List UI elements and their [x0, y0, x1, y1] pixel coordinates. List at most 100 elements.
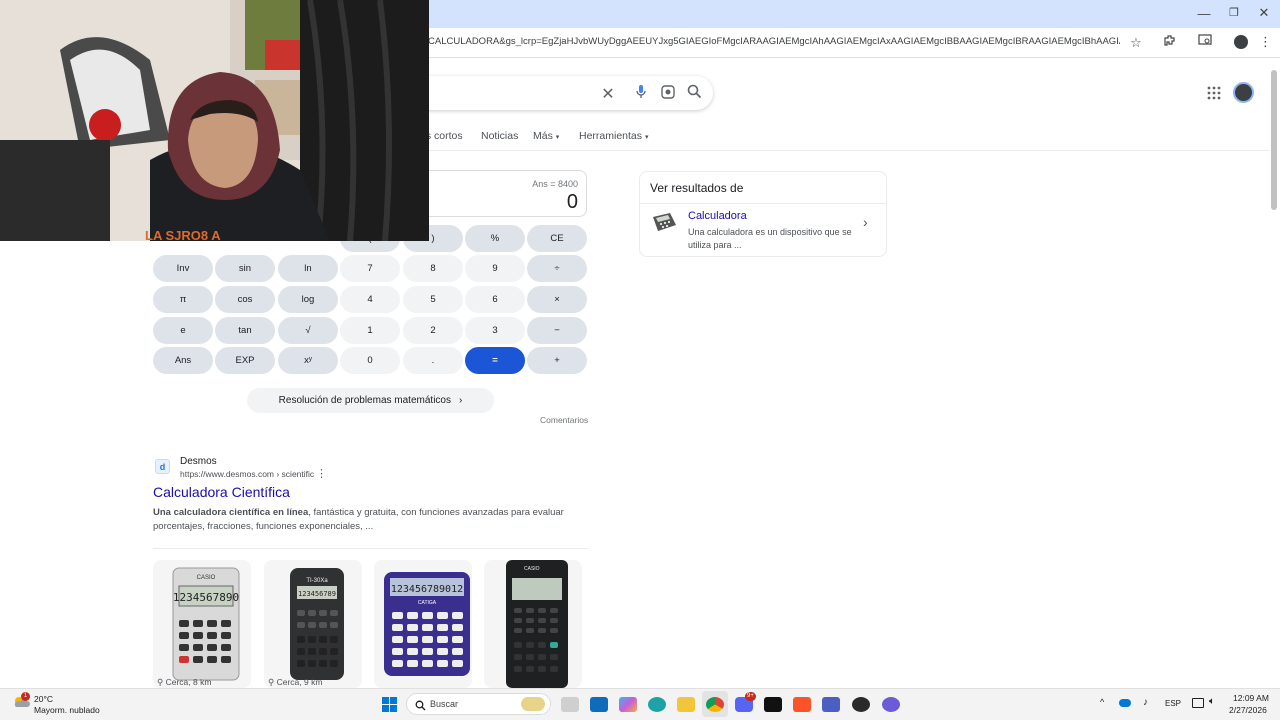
calc-key-subtract[interactable]: −: [527, 317, 587, 344]
calc-key-2[interactable]: 2: [403, 317, 463, 344]
calc-key-pi[interactable]: π: [153, 286, 213, 313]
steam-icon[interactable]: [852, 697, 870, 712]
calc-key-exp[interactable]: EXP: [215, 347, 275, 374]
extensions-icon[interactable]: [1161, 34, 1177, 50]
calc-key-log[interactable]: log: [278, 286, 338, 313]
copilot-icon[interactable]: [619, 697, 637, 712]
calc-key-percent[interactable]: %: [465, 225, 525, 252]
result-divider: [153, 548, 588, 549]
weather-temp[interactable]: 20°C: [34, 694, 53, 704]
product-card[interactable]: CASIO: [484, 560, 582, 688]
calc-key-equals[interactable]: =: [465, 347, 525, 374]
card-location-text: Cerca, 9 km: [276, 677, 323, 687]
outlook-icon[interactable]: [590, 697, 608, 712]
calc-key-8[interactable]: 8: [403, 255, 463, 282]
tab-news[interactable]: Noticias: [481, 130, 518, 142]
menu-dots-icon[interactable]: ⋮: [1259, 34, 1272, 50]
microphone-icon[interactable]: ♪: [1143, 697, 1148, 708]
calc-key-inverse[interactable]: Inv: [153, 255, 213, 282]
calc-key-9[interactable]: 9: [465, 255, 525, 282]
network-icon[interactable]: [1192, 698, 1204, 708]
tiktok-icon[interactable]: [764, 697, 782, 712]
calc-key-add[interactable]: +: [527, 347, 587, 374]
panel-calculator-link[interactable]: Calculadora: [688, 210, 747, 222]
url-text[interactable]: CALCULADORA&gs_lcrp=EgZjaHJvbWUyDggAEEUY…: [428, 36, 1120, 47]
edge-icon[interactable]: [648, 697, 666, 712]
calc-key-power[interactable]: xʸ: [278, 347, 338, 374]
apps-grid-icon[interactable]: [1207, 86, 1221, 100]
volume-icon[interactable]: 🔈︎: [1209, 696, 1215, 707]
weather-description[interactable]: Mayorm. nublado: [34, 705, 100, 715]
result-more-options-icon[interactable]: ⋮: [316, 467, 327, 480]
cortana-icon[interactable]: [882, 697, 900, 712]
language-indicator[interactable]: ESP: [1165, 699, 1181, 708]
bookmark-star-icon[interactable]: ☆: [1128, 35, 1144, 51]
panel-description: Una calculadora es un dispositivo que se…: [688, 227, 852, 250]
start-windows-icon[interactable]: [382, 697, 397, 712]
calc-key-tan[interactable]: tan: [215, 317, 275, 344]
see-results-panel: Ver resultados de Calculadora Una calcul…: [639, 171, 887, 257]
product-card[interactable]: 1234567890 CASIO: [153, 560, 251, 688]
file-explorer-icon[interactable]: [677, 697, 695, 712]
card-location-2: ⚲ Cerca, 9 km: [268, 677, 322, 688]
task-view-icon[interactable]: [561, 697, 579, 712]
chevron-down-icon: ▾: [644, 134, 649, 141]
calc-key-6[interactable]: 6: [465, 286, 525, 313]
desmos-favicon-icon: d: [155, 459, 170, 474]
calc-key-euler[interactable]: e: [153, 317, 213, 344]
tab-tools[interactable]: Herramientas ▾: [579, 130, 648, 142]
tab-more[interactable]: Más ▾: [533, 130, 559, 142]
result-site-name[interactable]: Desmos: [180, 456, 217, 467]
calc-key-4[interactable]: 4: [340, 286, 400, 313]
page-scrollbar[interactable]: [1271, 70, 1277, 210]
show-hidden-icons-icon[interactable]: ^: [1100, 697, 1104, 707]
brave-icon[interactable]: [793, 697, 811, 712]
search-icon[interactable]: [684, 84, 704, 104]
clock-date[interactable]: 2/27/2026: [1229, 705, 1267, 715]
restore-icon[interactable]: ❐: [1226, 6, 1242, 19]
feedback-link[interactable]: Comentarios: [540, 415, 588, 425]
calc-key-5[interactable]: 5: [403, 286, 463, 313]
calc-key-7[interactable]: 7: [340, 255, 400, 282]
app-icon[interactable]: [822, 697, 840, 712]
result-title-link[interactable]: Calculadora Científica: [153, 484, 290, 500]
minimize-icon[interactable]: —: [1196, 6, 1212, 21]
result-site-url[interactable]: https://www.desmos.com › scientific: [180, 469, 314, 479]
lens-search-icon[interactable]: [658, 84, 678, 105]
calc-key-divide[interactable]: ÷: [527, 255, 587, 282]
calc-key-ln[interactable]: ln: [278, 255, 338, 282]
calculator-image: CASIO: [506, 560, 568, 688]
product-card[interactable]: TI-30Xa 123456789: [264, 560, 362, 688]
voice-search-icon[interactable]: [631, 84, 651, 105]
calc-key-sqrt[interactable]: √: [278, 317, 338, 344]
chevron-right-icon[interactable]: ›: [863, 214, 868, 230]
product-card[interactable]: 123456789012 CATIGA: [374, 560, 472, 688]
card-brand-text: TI-30Xa: [306, 578, 328, 584]
cast-icon[interactable]: [1197, 34, 1213, 49]
card-brand-text: CATIGA: [418, 600, 437, 606]
calculator-result: 0: [566, 191, 578, 213]
calculator-image: TI-30Xa 123456789: [290, 568, 344, 680]
calc-key-sin[interactable]: sin: [215, 255, 275, 282]
chevron-right-icon: ›: [458, 395, 463, 406]
math-solver-button[interactable]: Resolución de problemas matemáticos ›: [247, 388, 494, 413]
account-avatar[interactable]: [1233, 82, 1254, 103]
calc-key-clear-entry[interactable]: CE: [527, 225, 587, 252]
taskbar: [0, 688, 1280, 720]
panel-title: Ver resultados de: [650, 181, 744, 195]
calc-key-0[interactable]: 0: [340, 347, 400, 374]
chrome-icon[interactable]: [706, 697, 724, 712]
calc-key-multiply[interactable]: ×: [527, 286, 587, 313]
clock-time[interactable]: 12:09 AM: [1233, 693, 1269, 703]
clear-search-icon[interactable]: ✕: [598, 84, 618, 104]
calc-key-cos[interactable]: cos: [215, 286, 275, 313]
close-window-icon[interactable]: ✕: [1256, 5, 1272, 21]
taskbar-search-box[interactable]: Buscar: [406, 693, 551, 715]
profile-avatar-icon[interactable]: [1234, 35, 1248, 49]
calc-key-decimal[interactable]: .: [403, 347, 463, 374]
calc-key-1[interactable]: 1: [340, 317, 400, 344]
calc-key-ans[interactable]: Ans: [153, 347, 213, 374]
discord-badge: 9+: [745, 692, 756, 701]
calc-key-3[interactable]: 3: [465, 317, 525, 344]
onedrive-icon[interactable]: [1119, 699, 1131, 707]
